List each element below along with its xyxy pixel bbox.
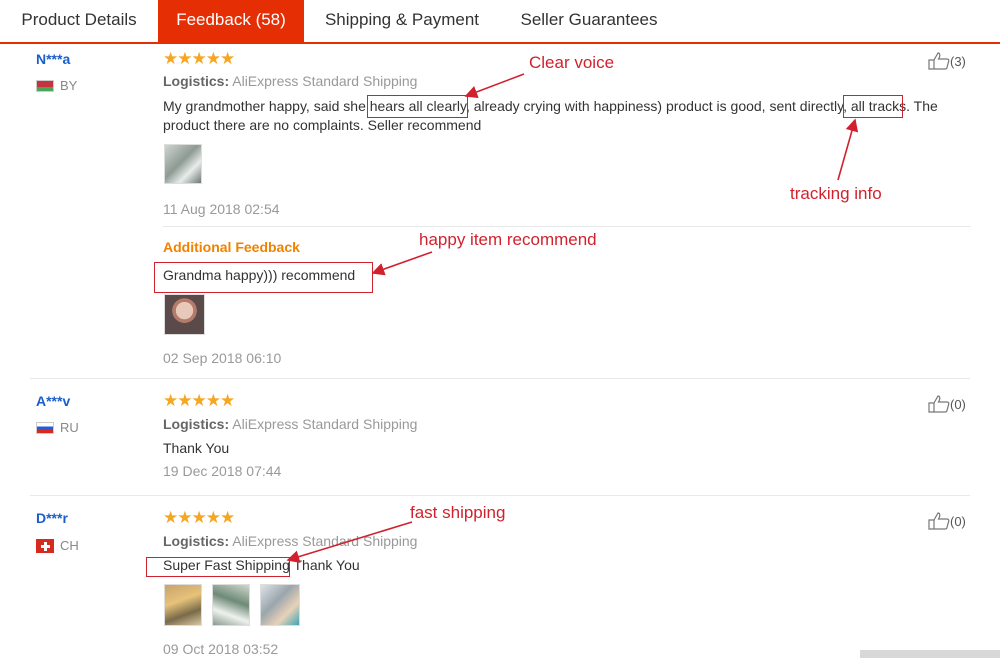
arrow-clear-voice bbox=[464, 73, 525, 99]
arrow-fast-shipping bbox=[286, 521, 413, 563]
annotation-arrows bbox=[286, 73, 859, 563]
arrow-tracking-info bbox=[837, 118, 859, 181]
arrow-happy-item bbox=[371, 251, 433, 276]
